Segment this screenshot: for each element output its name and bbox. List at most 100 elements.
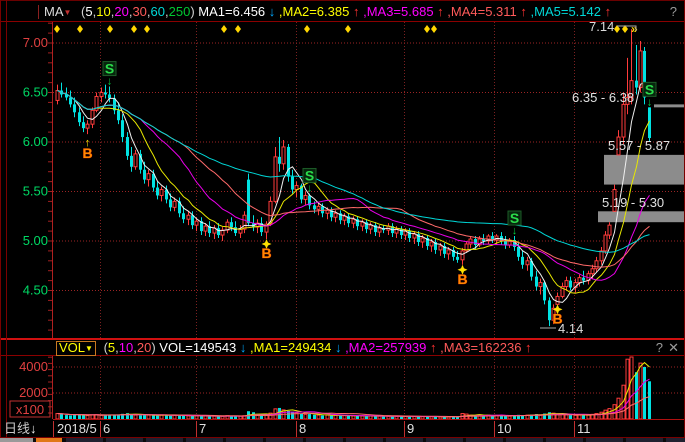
header-text-segment: 20 — [137, 340, 151, 355]
header-text-segment: ) — [151, 340, 155, 355]
month-label: 7 — [199, 421, 206, 437]
gap-range-label: 5.19 - 5.30 — [602, 195, 664, 210]
ma-indicator-dropdown[interactable]: MA▼ — [44, 4, 75, 19]
diamond-icon — [54, 25, 60, 33]
diamond-icon — [131, 25, 137, 33]
toolbar-block[interactable] — [426, 438, 463, 442]
chart-canvas[interactable]: 7.006.506.005.505.004.5040002000 » ↑BS↓B… — [0, 0, 685, 442]
ma-line-5 — [58, 83, 650, 303]
arrow-up-icon: ↑ — [605, 4, 612, 19]
month-label: 6 — [103, 421, 110, 437]
svg-text:B: B — [261, 245, 271, 261]
sell-marker: S↓ — [303, 167, 316, 194]
ma-params: (5,10,20,30,60,250) — [81, 4, 195, 19]
arrow-up-icon: ↑ — [525, 340, 532, 355]
toolbar-block[interactable] — [386, 438, 423, 442]
toolbar-block[interactable] — [226, 438, 263, 442]
month-label: 10 — [497, 421, 511, 437]
gap-range-label: 5.57 - 5.87 — [608, 138, 670, 153]
volume-ma-lines — [58, 363, 650, 417]
header-text-segment: ,MA1=249434 — [246, 340, 335, 355]
header-text-segment: 60 — [151, 4, 165, 19]
toolbar-block[interactable] — [146, 438, 183, 442]
help-icon[interactable]: ? — [670, 3, 677, 21]
help-icon[interactable]: ? — [656, 340, 663, 355]
diamond-icon — [345, 25, 351, 33]
diamond-icon — [304, 25, 310, 33]
vol-params: (5,10,20) — [104, 340, 156, 355]
header-text-segment: 5 — [85, 4, 92, 19]
header-text-segment: ,MA2=257939 — [341, 340, 430, 355]
header-text-segment: 10 — [96, 4, 110, 19]
volume-axis-label: 4000 — [19, 359, 48, 374]
diamond-icon — [77, 25, 83, 33]
volume-series — [56, 357, 651, 419]
close-icon[interactable]: ✕ — [668, 340, 679, 355]
toolbar-block[interactable] — [106, 438, 143, 442]
header-text-segment: ,MA4=5.311 — [444, 4, 521, 19]
month-label: 8 — [299, 421, 306, 437]
toolbar-block[interactable] — [626, 438, 663, 442]
diamond-icon — [235, 25, 241, 33]
header-divider — [38, 5, 39, 19]
sell-marker: S↓ — [103, 61, 116, 88]
diamond-icon — [221, 25, 227, 33]
volume-unit-box: x100 — [10, 401, 50, 417]
toolbar-block[interactable] — [266, 438, 303, 442]
volume-indicator-header: VOL▼ (5,10,20) VOL=149543 ↓ ,MA1=249434 … — [0, 340, 685, 355]
arrow-down-icon: ↓ — [647, 96, 653, 108]
chevron-down-icon: ▼ — [85, 344, 93, 353]
date-axis: 日线↓ 2018/5 6 7 8 9 10 11 — [0, 421, 685, 437]
gap-band — [604, 155, 685, 185]
header-text-segment: ,MA2=6.385 — [275, 4, 353, 19]
month-label: 9 — [407, 421, 414, 437]
period-selector[interactable]: 日线↓ — [4, 421, 37, 437]
header-text-segment: ,MA3=162236 — [437, 340, 526, 355]
toolbar-block[interactable] — [0, 438, 33, 442]
diamond-icon — [107, 25, 113, 33]
vol-values: VOL=149543 ↓ ,MA1=249434 ↓ ,MA2=257939 ↑… — [159, 340, 531, 355]
month-label: 11 — [577, 421, 591, 437]
price-axis-label: 5.00 — [23, 233, 48, 248]
svg-text:B: B — [457, 271, 467, 287]
vol-indicator-dropdown[interactable]: VOL▼ — [56, 341, 96, 356]
toolbar-block[interactable] — [36, 438, 62, 442]
header-text-segment: ) — [190, 4, 194, 19]
month-label: 2018/5 — [57, 421, 97, 437]
toolbar-block[interactable] — [666, 438, 685, 442]
price-axis-label: 6.50 — [23, 85, 48, 100]
arrow-down-icon: ↓ — [107, 76, 113, 88]
ma-values: MA1=6.456 ↓ ,MA2=6.385 ↑ ,MA3=5.685 ↑ ,M… — [198, 4, 611, 19]
period-label: 日线 — [4, 421, 30, 436]
header-text-segment: 10 — [119, 340, 133, 355]
toolbar-block[interactable] — [546, 438, 583, 442]
arrow-down-icon: ↓ — [512, 225, 518, 237]
header-text-segment: VOL=149543 — [159, 340, 240, 355]
header-text-segment: 30 — [132, 4, 146, 19]
toolbar-block[interactable] — [586, 438, 623, 442]
ma-indicator-header: MA▼ (5,10,20,30,60,250) MA1=6.456 ↓ ,MA2… — [0, 3, 685, 21]
gap-band — [598, 211, 685, 222]
diamond-icon — [431, 25, 437, 33]
header-text-segment: 20 — [114, 4, 128, 19]
vol-indicator-label: VOL — [59, 340, 85, 355]
stock-chart-window: 7.006.506.005.505.004.5040002000 » ↑BS↓B… — [0, 0, 685, 442]
svg-text:S: S — [645, 81, 654, 97]
header-text-segment: 250 — [169, 4, 191, 19]
toolbar-block[interactable] — [506, 438, 543, 442]
toolbar-block[interactable] — [466, 438, 503, 442]
buy-marker: B — [457, 265, 467, 287]
ma-line-20 — [58, 91, 650, 281]
svg-text:S: S — [510, 210, 519, 226]
toolbar-block[interactable] — [346, 438, 383, 442]
ma-lines — [58, 83, 650, 303]
price-axis-label: 4.50 — [23, 283, 48, 298]
toolbar-block[interactable] — [66, 438, 103, 442]
more-events-icon: » — [631, 22, 638, 36]
toolbar-block[interactable] — [186, 438, 223, 442]
gap-band — [654, 104, 685, 107]
toolbar-block[interactable] — [306, 438, 343, 442]
bottom-toolbar[interactable] — [0, 438, 685, 442]
volume-axis-label: 2000 — [19, 385, 48, 400]
vol-ma-line-10 — [58, 379, 650, 417]
